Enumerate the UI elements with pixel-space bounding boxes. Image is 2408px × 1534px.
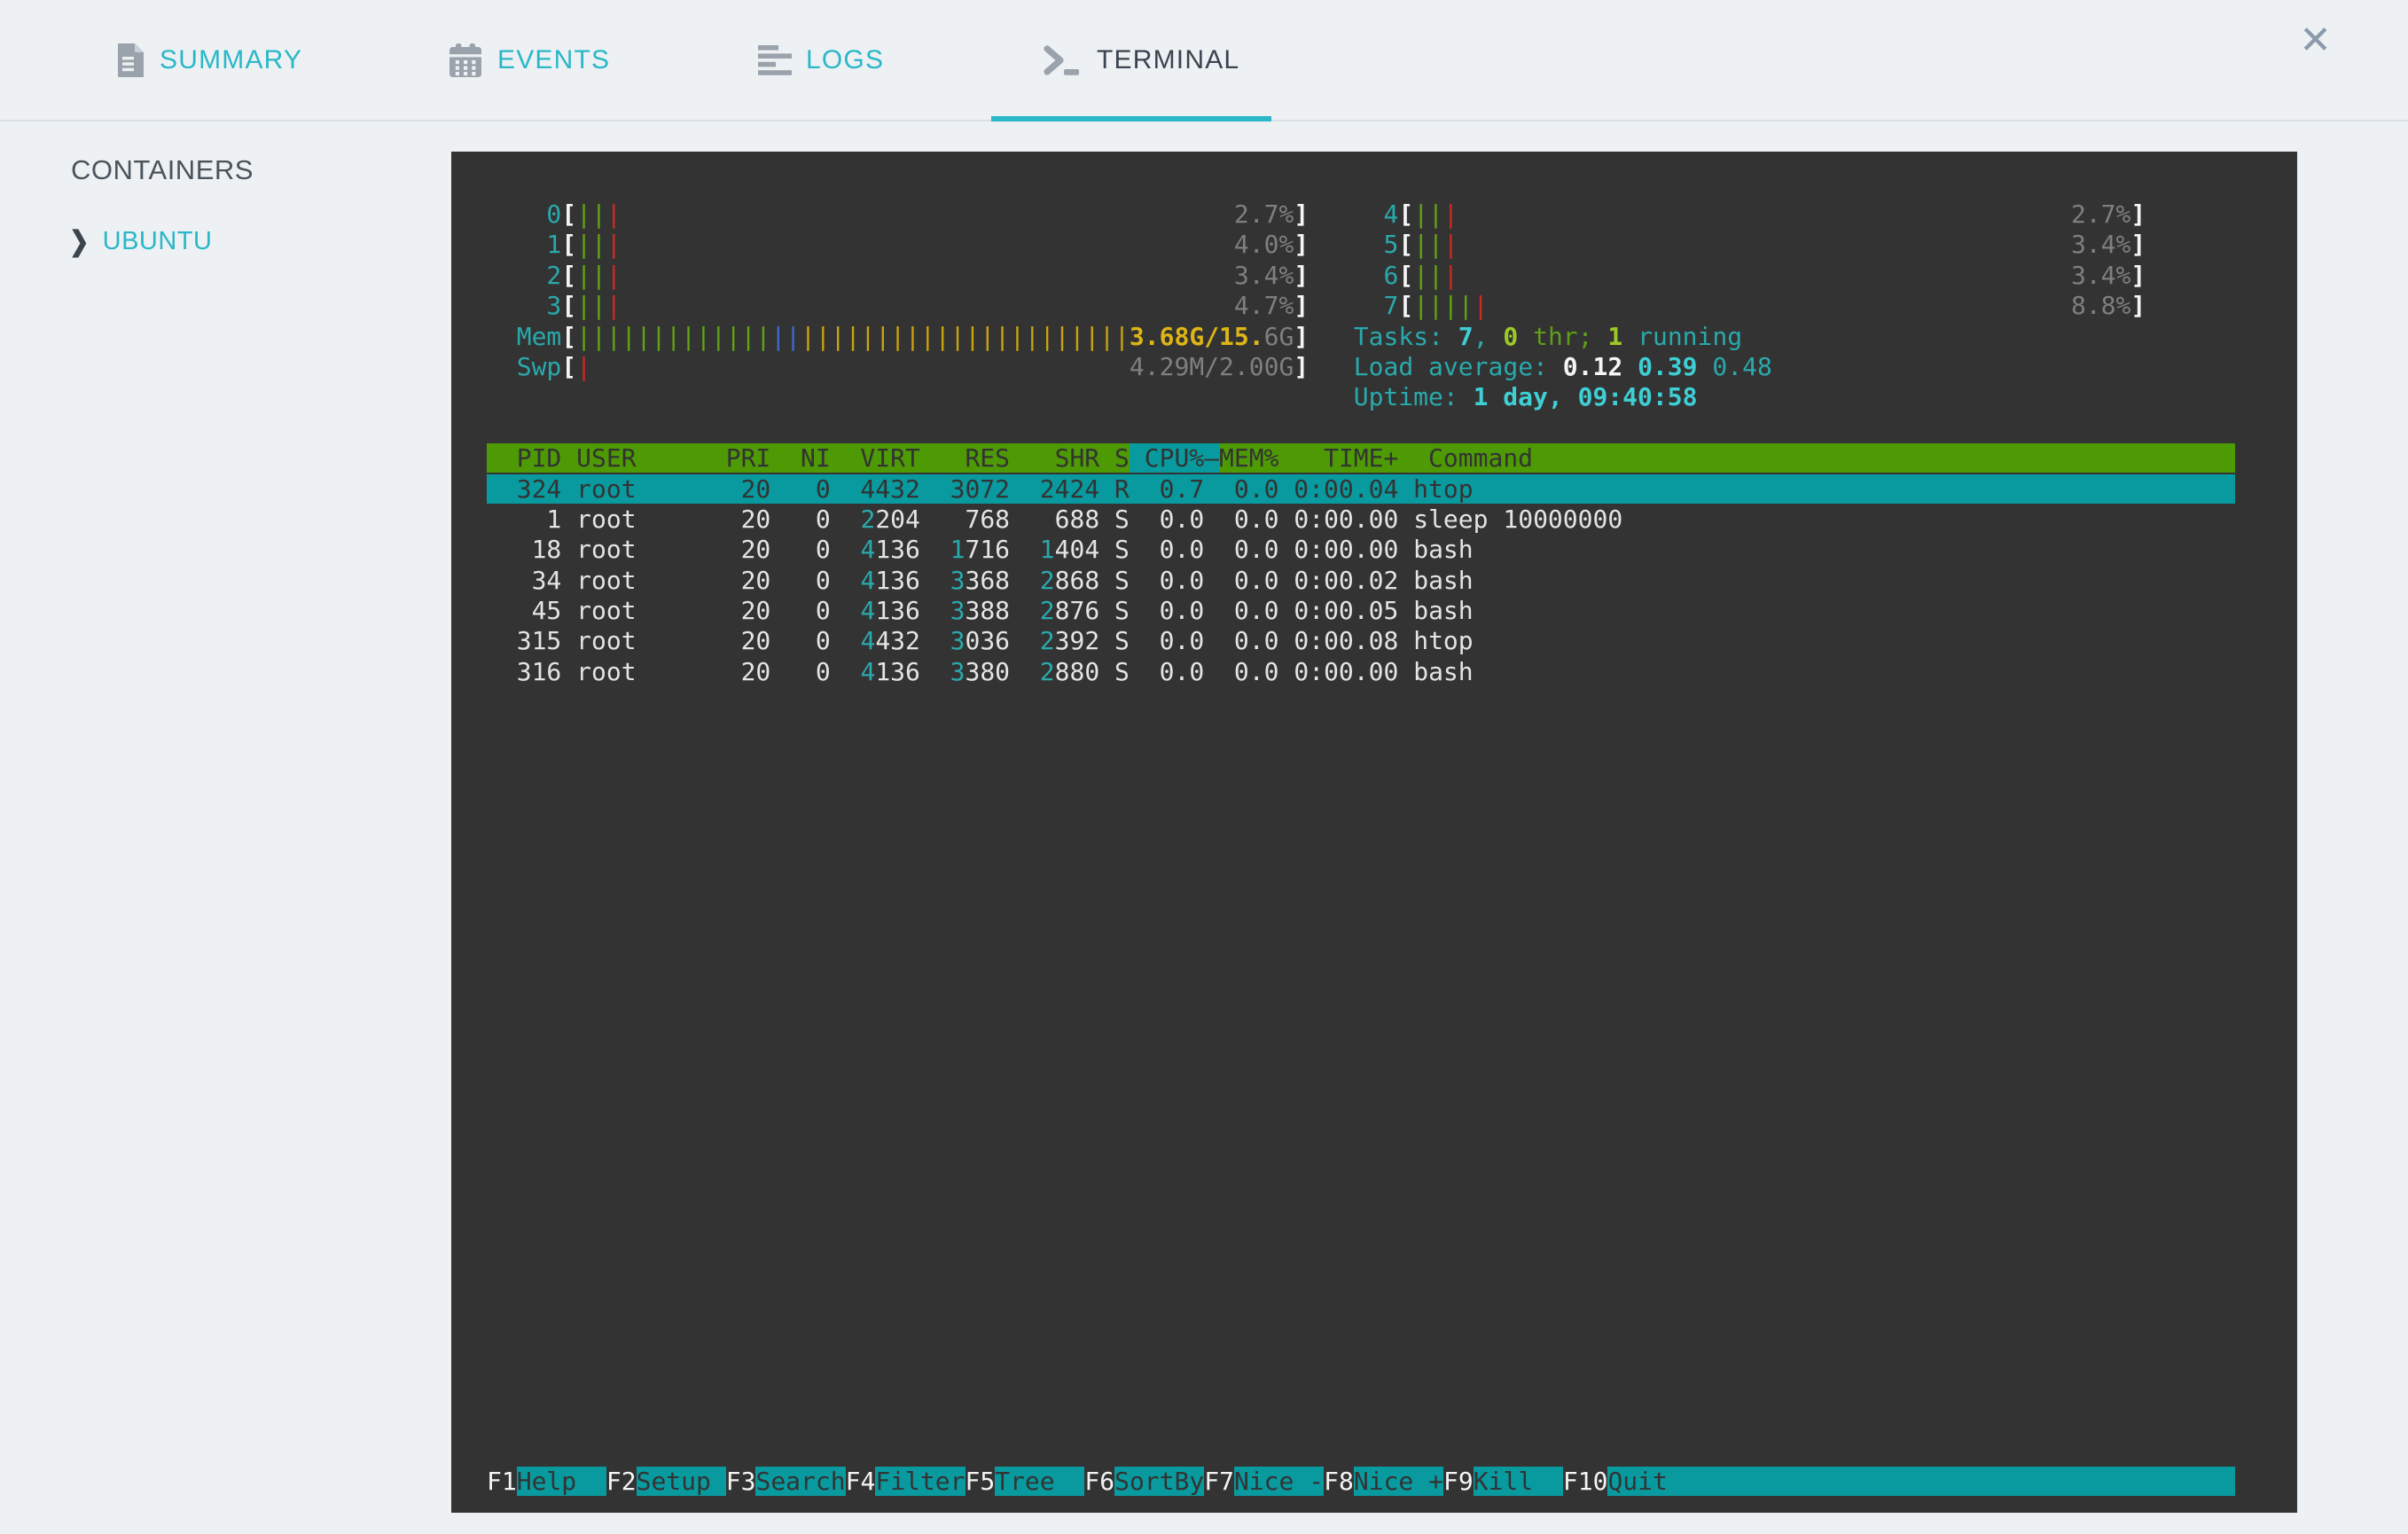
terminal-icon: [1044, 44, 1079, 75]
tab-label: TERMINAL: [1097, 44, 1240, 74]
close-button[interactable]: ✕: [2299, 21, 2332, 60]
fkey-f10[interactable]: F10Quit: [1563, 1466, 1698, 1496]
sidebar-heading: CONTAINERS: [71, 154, 254, 185]
htop-process-row[interactable]: 324 root 20 0 4432 3072 2424 R 0.7 0.0 0…: [487, 474, 2236, 505]
document-icon: [118, 43, 144, 77]
terminal[interactable]: 0[||| 2.7%] 4[||| 2.7%] 1[||| 4.0%] 5[||…: [451, 152, 2297, 1513]
fkey-f2[interactable]: F2Setup: [606, 1466, 726, 1496]
htop-process-row[interactable]: 18 root 20 0 4136 1716 1404 S 0.0 0.0 0:…: [487, 535, 2235, 565]
tab-label: EVENTS: [497, 44, 611, 74]
htop-table-header[interactable]: PID USER PRI NI VIRT RES SHR S CPU%–MEM%…: [487, 443, 2236, 474]
htop-swp-load-row: Swp[| 4.29M/2.00G] Load average: 0.12 0.…: [487, 351, 1772, 381]
htop-cpu-meters-row: 2[||| 3.4%] 6[||| 3.4%]: [487, 260, 2146, 290]
terminal-content: 0[||| 2.7%] 4[||| 2.7%] 1[||| 4.0%] 5[||…: [487, 200, 2236, 687]
sidebar-item-label: UBUNTU: [102, 227, 213, 255]
htop-process-row[interactable]: 34 root 20 0 4136 3368 2868 S 0.0 0.0 0:…: [487, 566, 2235, 596]
htop-cpu-meters-row: 1[||| 4.0%] 5[||| 3.4%]: [487, 230, 2146, 260]
htop-process-row[interactable]: 1 root 20 0 2204 768 688 S 0.0 0.0 0:00.…: [487, 505, 2235, 535]
htop-process-row[interactable]: 45 root 20 0 4136 3388 2876 S 0.0 0.0 0:…: [487, 596, 2235, 626]
htop-mem-tasks-row: Mem[||||||||||||||||||||||||||||||||||||…: [487, 321, 1743, 351]
chevron-right-icon: ❯: [69, 225, 90, 257]
fkey-f8[interactable]: F8Nice +: [1324, 1466, 1443, 1496]
sidebar-item-ubuntu[interactable]: ❯ UBUNTU: [69, 225, 213, 257]
tab-events[interactable]: EVENTS: [448, 0, 610, 120]
fkey-f7[interactable]: F7Nice -: [1204, 1466, 1325, 1496]
htop-uptime-row: Uptime: 1 day, 09:40:58: [1353, 382, 1698, 412]
active-tab-indicator: [991, 116, 1271, 121]
fkey-f6[interactable]: F6SortBy: [1084, 1466, 1205, 1496]
htop-cpu-meters-row: 0[||| 2.7%] 4[||| 2.7%]: [487, 200, 2146, 229]
fkey-f3[interactable]: F3Search: [726, 1466, 846, 1496]
tab-logs[interactable]: LOGS: [758, 0, 884, 120]
fkey-f9[interactable]: F9Kill: [1443, 1466, 1563, 1496]
htop-cpu-meters-row: 3[||| 4.7%] 7[||||| 8.8%]: [487, 291, 2146, 321]
fkey-f4[interactable]: F4Filter: [846, 1466, 966, 1496]
fkey-f5[interactable]: F5Tree: [966, 1466, 1085, 1496]
terminal-fbar: F1Help F2Setup F3SearchF4FilterF5Tree F6…: [487, 1466, 2236, 1497]
logs-icon: [758, 44, 792, 75]
htop-blank-line: [487, 413, 2235, 443]
tab-label: SUMMARY: [160, 44, 303, 74]
tab-terminal[interactable]: TERMINAL: [1042, 0, 1239, 120]
calendar-icon: [450, 43, 481, 77]
fbar-fill: [1697, 1466, 2236, 1496]
htop-process-row[interactable]: 315 root 20 0 4432 3036 2392 S 0.0 0.0 0…: [487, 626, 2235, 656]
tab-label: LOGS: [806, 44, 885, 74]
fkey-f1[interactable]: F1Help: [487, 1466, 606, 1496]
tab-bar: SUMMARY EVENTS LOGS TERMINAL: [0, 0, 2408, 121]
htop-process-row[interactable]: 316 root 20 0 4136 3380 2880 S 0.0 0.0 0…: [487, 657, 2235, 687]
tab-summary[interactable]: SUMMARY: [115, 0, 302, 120]
